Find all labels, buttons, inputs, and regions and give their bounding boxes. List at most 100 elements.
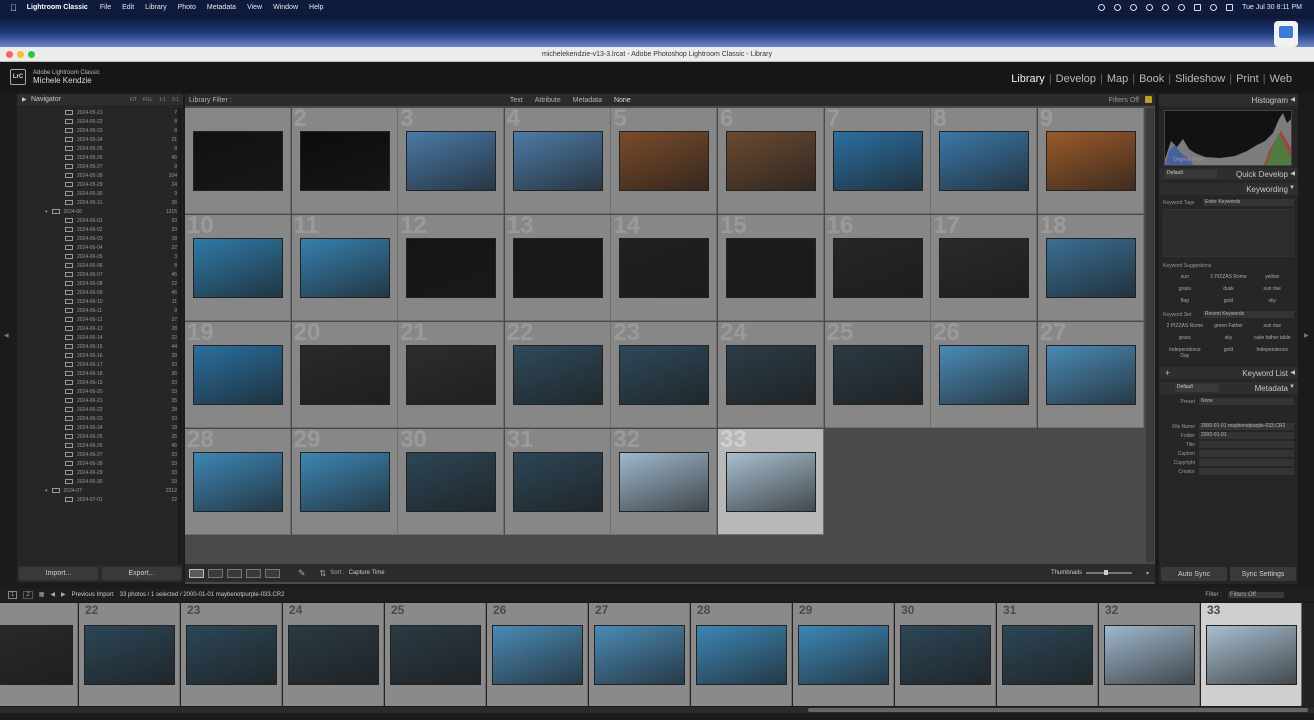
keyword-suggestion[interactable]: sky bbox=[1252, 298, 1292, 304]
expand-triangle-icon[interactable]: ▶ bbox=[22, 96, 27, 103]
keyword-suggestion[interactable]: flag bbox=[1165, 298, 1205, 304]
photo-thumbnail[interactable] bbox=[619, 345, 710, 405]
folder-row[interactable]: 2024-06-19 33 bbox=[17, 378, 183, 387]
folder-row[interactable]: 2024-06-27 33 bbox=[17, 450, 183, 459]
zoom-1-1[interactable]: 1:1 bbox=[159, 97, 166, 103]
menu-edit[interactable]: Edit bbox=[122, 4, 134, 11]
keyword-set-item[interactable]: sun rise bbox=[1252, 323, 1292, 329]
photo-thumbnail[interactable] bbox=[726, 131, 816, 191]
photo-thumbnail[interactable] bbox=[512, 452, 603, 512]
grid-thumbnail-cell[interactable]: 17 bbox=[931, 212, 1038, 321]
filmstrip-source[interactable]: Previous Import bbox=[72, 592, 114, 598]
folder-row[interactable]: 2024-06-05 3 bbox=[17, 252, 183, 261]
photo-thumbnail[interactable] bbox=[193, 238, 283, 298]
grid-thumbnail-cell[interactable]: 21 bbox=[398, 319, 505, 428]
menu-photo[interactable]: Photo bbox=[178, 4, 196, 11]
collapse-triangle-icon[interactable]: ◀ bbox=[1290, 369, 1295, 376]
grid-thumbnail-cell[interactable]: 33 bbox=[718, 426, 824, 535]
photo-thumbnail[interactable] bbox=[193, 131, 283, 191]
photo-thumbnail[interactable] bbox=[299, 238, 390, 298]
folder-row[interactable]: 2024-05-22 8 bbox=[17, 117, 183, 126]
filmstrip-thumbnail-cell[interactable]: 22 bbox=[79, 603, 180, 706]
folder-row[interactable]: 2024-06-18 36 bbox=[17, 369, 183, 378]
keyword-suggestion[interactable]: grass bbox=[1165, 286, 1205, 292]
grid-thumbnail-cell[interactable]: 5 bbox=[611, 105, 718, 214]
keyword-set-item[interactable]: cake father table bbox=[1252, 335, 1292, 341]
keyword-suggestion[interactable]: yellow bbox=[1252, 274, 1292, 280]
minimize-window-button[interactable] bbox=[17, 51, 24, 58]
photo-thumbnail[interactable] bbox=[299, 131, 390, 191]
folder-row[interactable]: 2024-06-26 45 bbox=[17, 441, 183, 450]
module-library[interactable]: Library bbox=[1007, 73, 1049, 85]
keyword-suggestion[interactable]: sun bbox=[1165, 274, 1205, 280]
grid-thumbnail-cell[interactable]: 23 bbox=[611, 319, 718, 428]
filter-none[interactable]: None bbox=[614, 97, 631, 104]
grid-thumbnail-cell[interactable]: 31 bbox=[504, 426, 611, 535]
module-map[interactable]: Map bbox=[1103, 73, 1132, 85]
status-icon[interactable] bbox=[1098, 4, 1106, 11]
filmstrip-thumbnail-cell[interactable]: 30 bbox=[895, 603, 996, 706]
metadata-value[interactable]: 2000-01-01 maybenotpurple-033.CR2 bbox=[1199, 423, 1294, 430]
grid-thumbnail-cell[interactable]: 6 bbox=[718, 105, 824, 214]
keyword-set-item[interactable]: sky bbox=[1209, 335, 1249, 341]
folder-row[interactable]: 2024-05-29 24 bbox=[17, 180, 183, 189]
zoom-fit[interactable]: FIT bbox=[130, 97, 138, 103]
filmstrip-thumbnail-cell[interactable]: 23 bbox=[181, 603, 282, 706]
module-develop[interactable]: Develop bbox=[1052, 73, 1100, 85]
page-2-button[interactable]: 2 bbox=[23, 590, 33, 599]
photo-thumbnail[interactable] bbox=[193, 345, 283, 405]
grid-thumbnail-cell[interactable]: 12 bbox=[398, 212, 505, 321]
folder-row[interactable]: 2024-06-03 18 bbox=[17, 234, 183, 243]
grid-thumbnail-cell[interactable]: 10 bbox=[185, 212, 291, 321]
photo-thumbnail[interactable] bbox=[939, 131, 1030, 191]
filmstrip-thumbnail-cell[interactable]: 32 bbox=[1099, 603, 1200, 706]
folder-row[interactable]: 2024-06-14 22 bbox=[17, 333, 183, 342]
import-button[interactable]: Import... bbox=[19, 567, 98, 580]
photo-thumbnail[interactable] bbox=[512, 131, 603, 191]
folder-row[interactable]: 2024-06-13 28 bbox=[17, 324, 183, 333]
photo-thumbnail[interactable] bbox=[186, 625, 277, 685]
folder-row[interactable]: 2024-06-25 25 bbox=[17, 432, 183, 441]
photo-thumbnail[interactable] bbox=[390, 625, 481, 685]
collapse-triangle-icon[interactable]: ◀ bbox=[1290, 170, 1295, 177]
menu-view[interactable]: View bbox=[247, 4, 262, 11]
people-view-icon[interactable] bbox=[265, 568, 280, 578]
control-center-icon[interactable] bbox=[1226, 4, 1234, 11]
filmstrip-info[interactable]: 33 photos / 1 selected / 2000-01-01 mayb… bbox=[120, 592, 285, 598]
filmstrip-thumbnail-cell[interactable]: 26 bbox=[487, 603, 588, 706]
folder-row[interactable]: 2024-06-08 22 bbox=[17, 279, 183, 288]
lock-icon[interactable] bbox=[1145, 96, 1152, 103]
metadata-value[interactable] bbox=[1199, 441, 1294, 448]
keyword-set-item[interactable]: grass bbox=[1165, 335, 1205, 341]
photo-thumbnail[interactable] bbox=[512, 238, 603, 298]
photo-thumbnail[interactable] bbox=[299, 452, 390, 512]
metadata-value[interactable] bbox=[1199, 459, 1294, 466]
collapse-triangle-icon[interactable]: ◀ bbox=[1290, 96, 1295, 103]
metadata-preset-dropdown[interactable]: Default bbox=[1175, 384, 1219, 392]
photo-thumbnail[interactable] bbox=[406, 238, 497, 298]
grid-thumbnail-cell[interactable]: 19 bbox=[185, 319, 291, 428]
expand-triangle-icon[interactable]: ▼ bbox=[1289, 384, 1295, 390]
photo-thumbnail[interactable] bbox=[299, 345, 390, 405]
status-icon[interactable] bbox=[1130, 4, 1138, 11]
navigator-header[interactable]: ▶ Navigator FIT FILL 1:1 3:1 bbox=[17, 94, 183, 105]
photo-thumbnail[interactable] bbox=[619, 238, 710, 298]
folder-row[interactable]: 2024-06-04 22 bbox=[17, 243, 183, 252]
folder-row[interactable]: 2024-06-24 18 bbox=[17, 423, 183, 432]
grid-thumbnail-cell[interactable]: 22 bbox=[504, 319, 611, 428]
grid-view-icon[interactable] bbox=[189, 568, 204, 578]
keyword-tags-dropdown[interactable]: Enter Keywords bbox=[1203, 199, 1294, 206]
folder-row[interactable]: 2024-05-31 36 bbox=[17, 198, 183, 207]
filmstrip-thumbnail-cell[interactable]: 25 bbox=[385, 603, 486, 706]
forward-arrow-icon[interactable]: ▶ bbox=[61, 591, 66, 598]
folder-row[interactable]: 2024-06-02 33 bbox=[17, 225, 183, 234]
photo-thumbnail[interactable] bbox=[406, 345, 497, 405]
grid-thumbnail-cell[interactable]: 20 bbox=[291, 319, 398, 428]
photo-thumbnail[interactable] bbox=[0, 625, 73, 685]
keywording-header[interactable]: Keywording ▼ bbox=[1159, 183, 1298, 195]
folder-row[interactable]: 2024-06-20 33 bbox=[17, 387, 183, 396]
photo-thumbnail[interactable] bbox=[619, 131, 710, 191]
photo-thumbnail[interactable] bbox=[726, 452, 816, 512]
folder-row[interactable]: 2024-05-26 45 bbox=[17, 153, 183, 162]
photo-thumbnail[interactable] bbox=[798, 625, 889, 685]
